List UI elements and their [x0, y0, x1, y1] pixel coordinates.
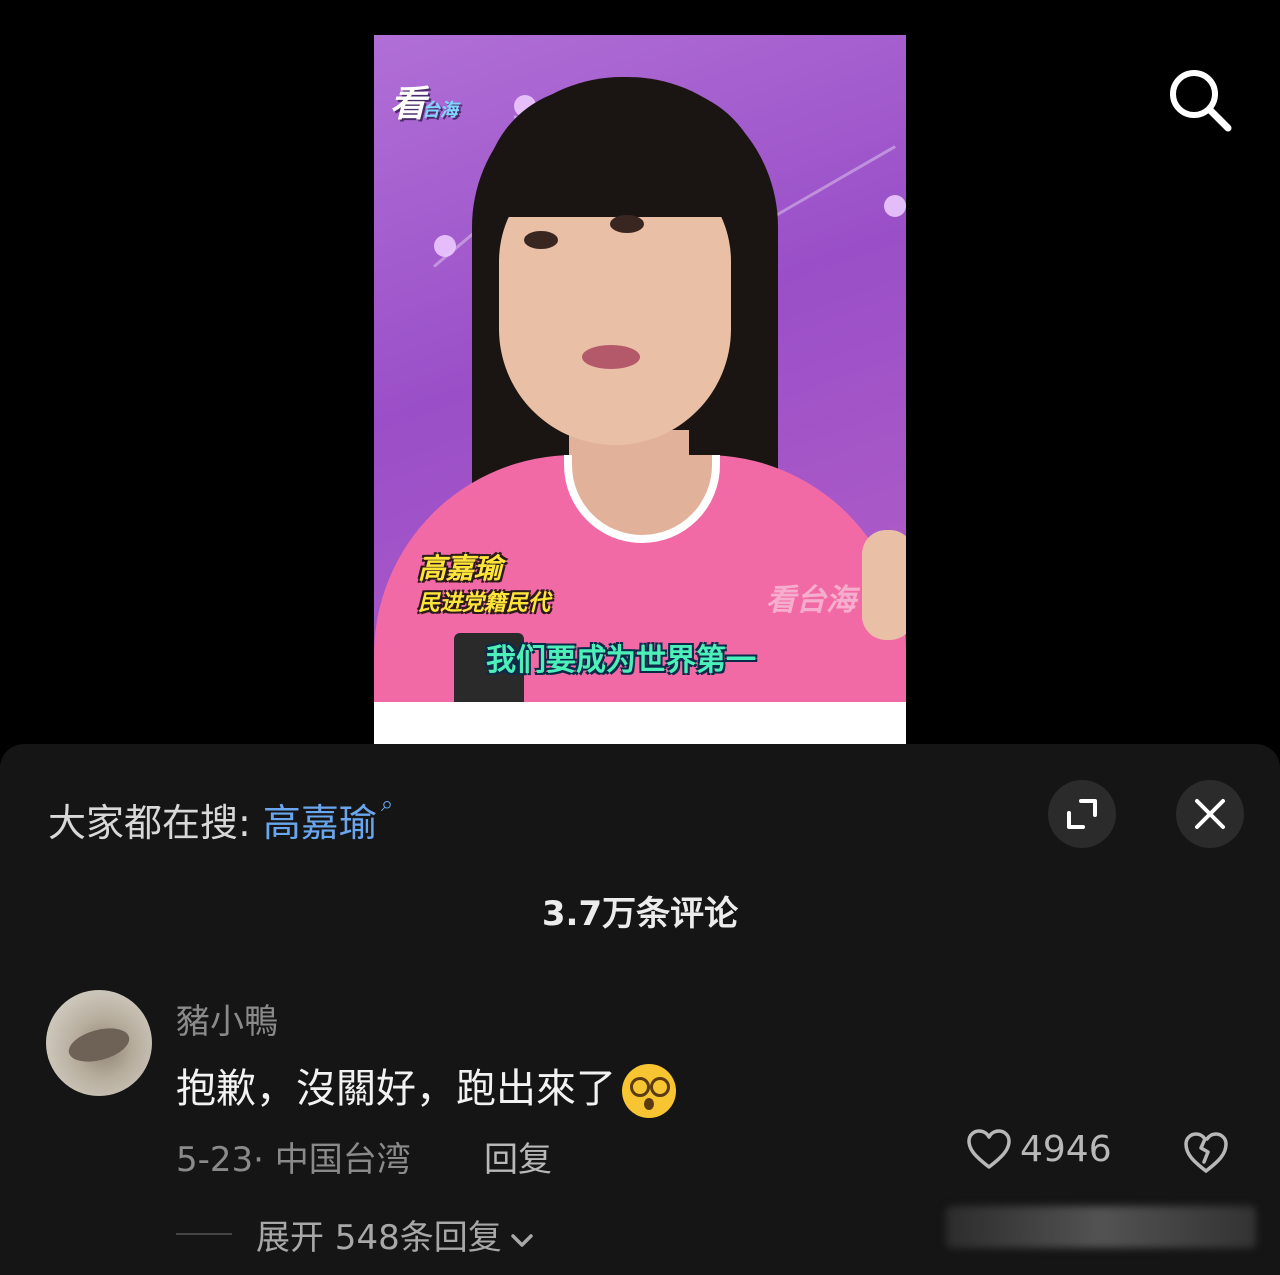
search-small-icon: ⌕ [380, 792, 394, 817]
comment-meta: 5-23· 中国台湾 [176, 1140, 411, 1180]
presenter-eye [524, 231, 558, 249]
comments-sheet: 大家都在搜: 高嘉瑜 ⌕ 3.7万条评论 豬小鴨 抱歉，沒關好，跑出來了 5-23… [0, 744, 1280, 1275]
hot-search-bar[interactable]: 大家都在搜: 高嘉瑜 ⌕ [48, 792, 393, 847]
broken-heart-icon [1184, 1132, 1228, 1173]
reply-button[interactable]: 回复 [484, 1132, 552, 1181]
hot-search-term[interactable]: 高嘉瑜 [263, 801, 377, 845]
expand-replies-label: 展开 548条回复 [256, 1218, 502, 1258]
divider [176, 1233, 232, 1235]
like-button[interactable]: 4946 [966, 1128, 1112, 1170]
avatar-image [65, 1022, 133, 1068]
heart-icon [967, 1129, 1011, 1169]
expand-icon [1067, 799, 1097, 829]
expand-replies-button[interactable]: 展开 548条回复 [256, 1210, 534, 1259]
speaker-name-tag: 高嘉瑜 [418, 552, 503, 585]
channel-watermark: 看台海 [766, 583, 856, 618]
video-player[interactable]: 看台海 看台海 高嘉瑜 民进党籍民代 我们要成为世界第一 [374, 35, 906, 745]
close-icon [1195, 799, 1225, 829]
avatar[interactable] [46, 990, 152, 1096]
channel-logo: 看台海 [390, 84, 459, 125]
video-subtitle: 我们要成为世界第一 [486, 643, 756, 678]
close-button[interactable] [1176, 780, 1244, 848]
presenter-hand [862, 530, 906, 640]
comment-username[interactable]: 豬小鴨 [176, 994, 278, 1043]
expand-button[interactable] [1048, 780, 1116, 848]
dislike-button[interactable] [1182, 1130, 1230, 1178]
background-decoration [884, 195, 906, 217]
comment-count: 3.7万条评论 [541, 894, 739, 934]
video-frame-image: 看台海 看台海 高嘉瑜 民进党籍民代 我们要成为世界第一 [374, 35, 906, 702]
background-decoration [434, 235, 456, 257]
dizzy-face-emoji [622, 1064, 676, 1118]
chevron-down-icon [510, 1218, 534, 1258]
blurred-watermark [946, 1206, 1256, 1248]
background-decoration [773, 145, 896, 218]
comment-text: 抱歉，沒關好，跑出來了 [176, 1056, 676, 1118]
speaker-title-tag: 民进党籍民代 [418, 591, 551, 616]
comment-body: 抱歉，沒關好，跑出來了 [176, 1066, 616, 1112]
hot-search-prefix: 大家都在搜: [48, 801, 251, 845]
search-icon[interactable] [1166, 66, 1232, 132]
presenter-eye [610, 215, 644, 233]
presenter-mouth [582, 345, 640, 369]
like-count: 4946 [1020, 1128, 1112, 1170]
